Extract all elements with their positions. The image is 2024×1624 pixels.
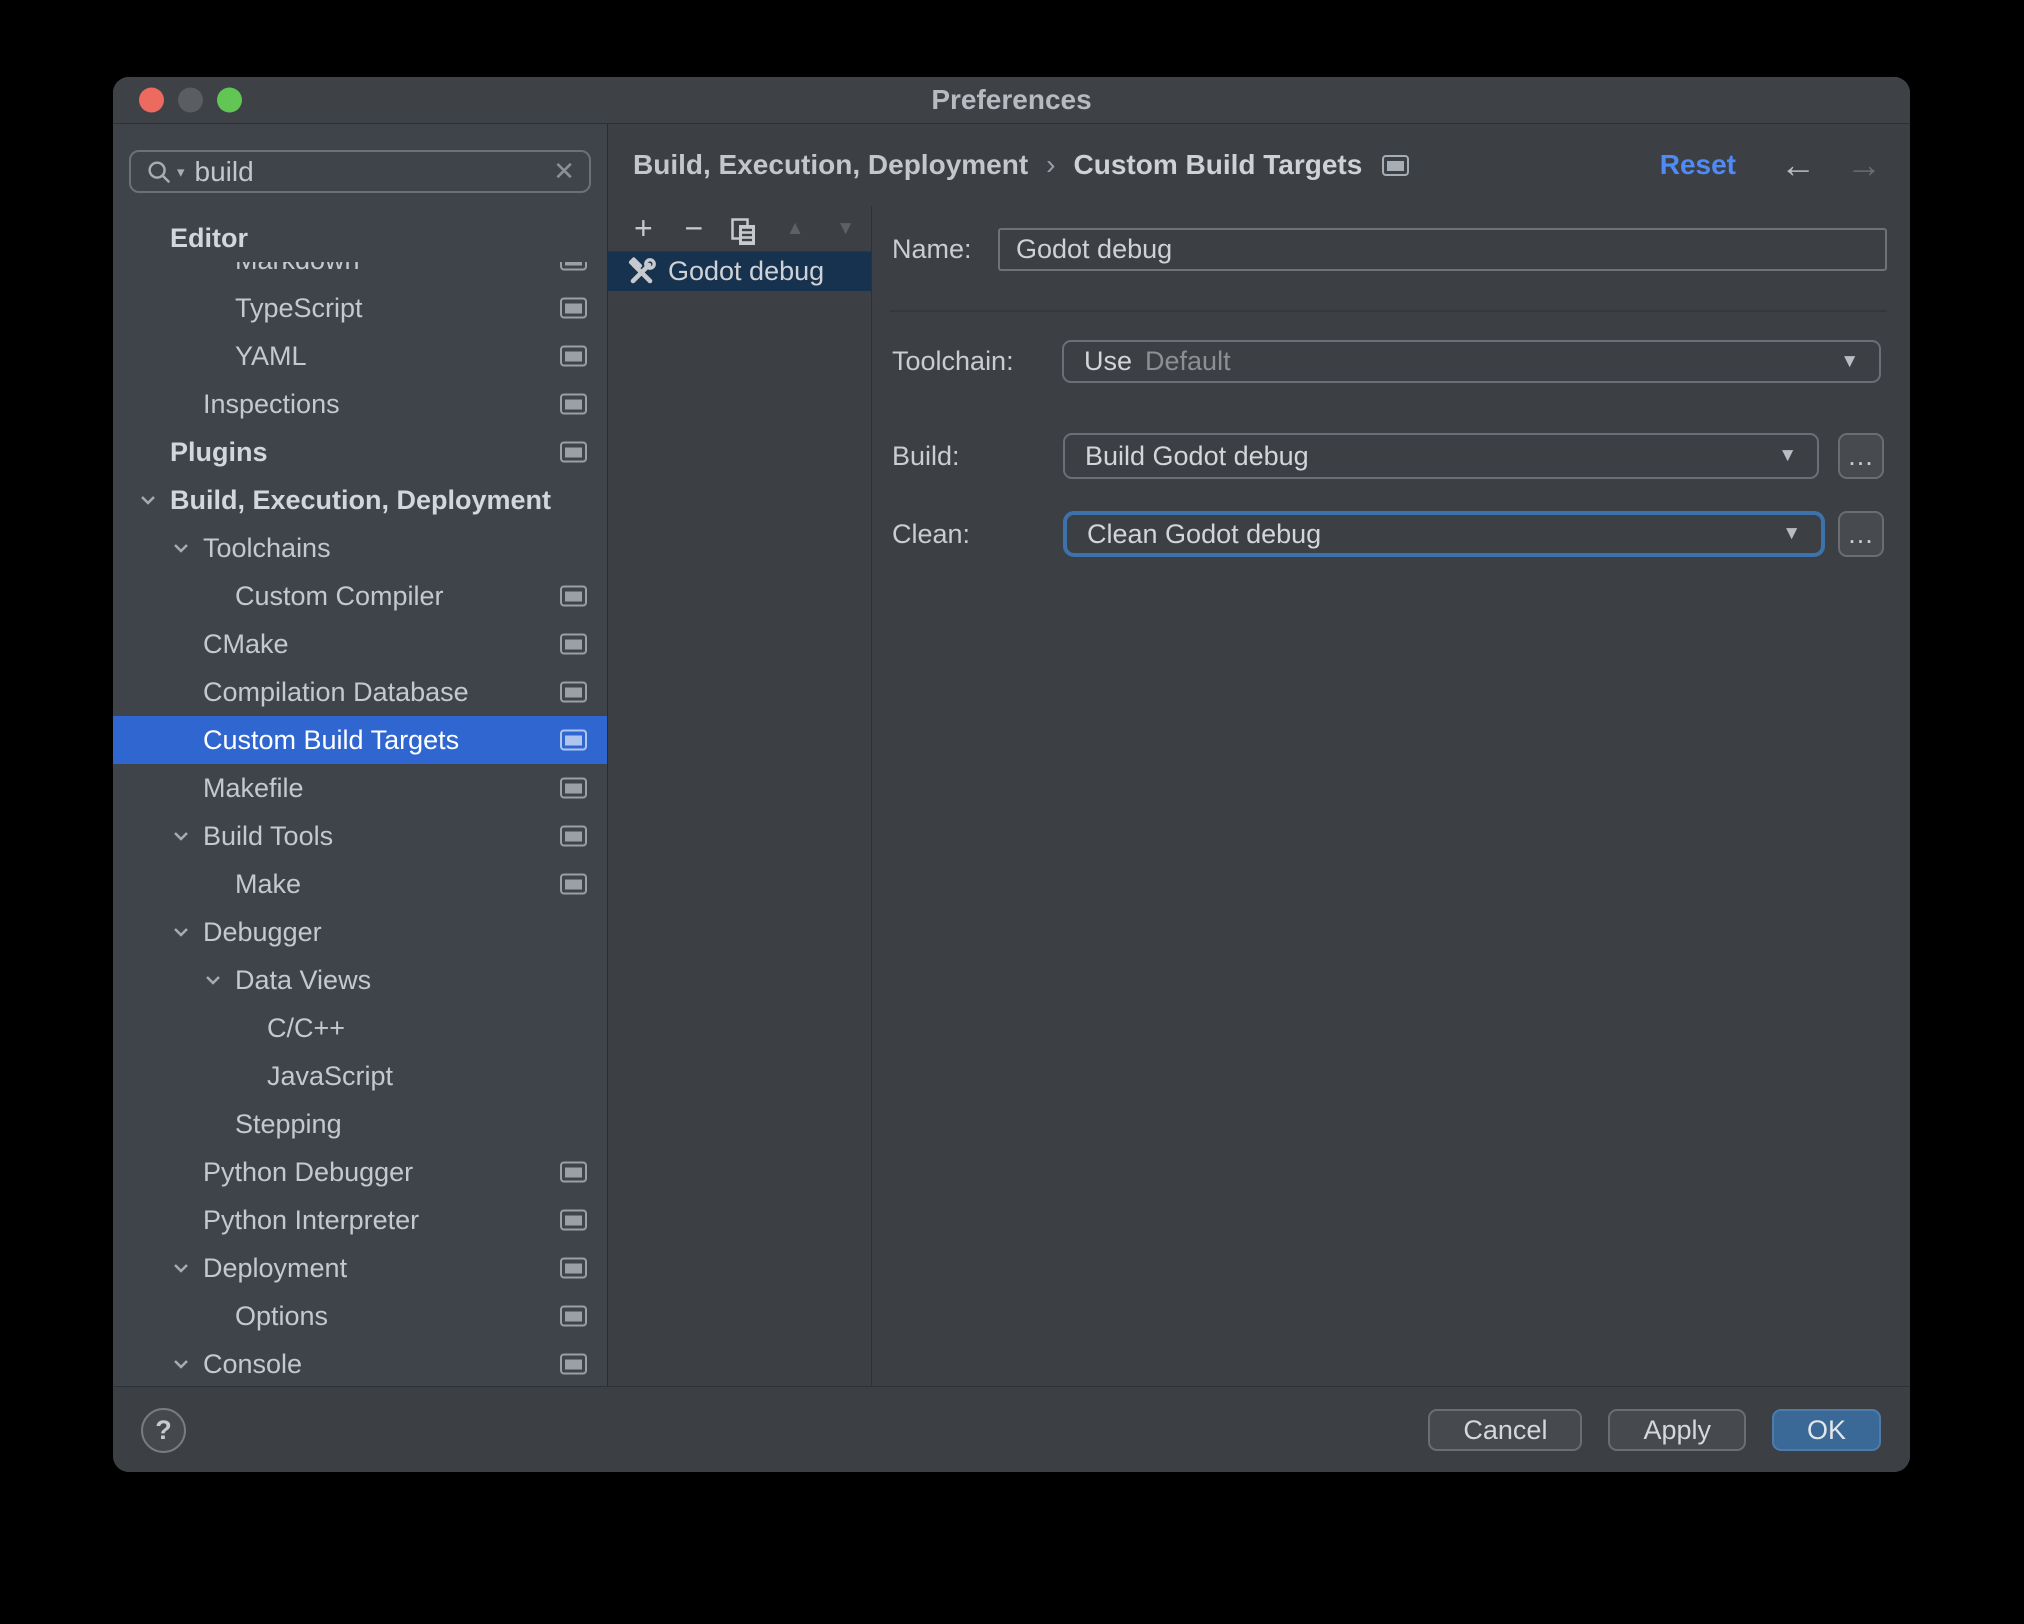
sidebar-item-deployment[interactable]: Deployment — [113, 1244, 607, 1292]
window-indicator-icon — [560, 825, 587, 847]
zoom-window-button[interactable] — [217, 87, 242, 113]
build-more-button[interactable]: ... — [1838, 433, 1884, 479]
chevron-down-icon: ▼ — [1778, 445, 1797, 466]
build-tools-icon — [628, 256, 656, 283]
apply-button[interactable]: Apply — [1608, 1409, 1746, 1451]
sidebar-item-make[interactable]: Make — [113, 860, 607, 908]
ok-button[interactable]: OK — [1771, 1409, 1881, 1451]
name-field[interactable] — [998, 228, 1887, 271]
sidebar-item-python-debugger[interactable]: Python Debugger — [113, 1148, 607, 1196]
sidebar-item-debugger[interactable]: Debugger — [113, 908, 607, 956]
window-indicator-icon — [560, 729, 587, 751]
breadcrumb-custom-build-targets: Custom Build Targets — [1073, 149, 1363, 180]
copy-icon — [731, 218, 756, 245]
target-list-item-godot-debug[interactable]: Godot debug — [608, 252, 871, 291]
chevron-down-icon[interactable] — [170, 1353, 192, 1375]
window-indicator-icon — [560, 681, 587, 703]
build-select[interactable]: Build Godot debug ▼ — [1063, 433, 1819, 479]
breadcrumb-separator: › — [1046, 149, 1056, 180]
chevron-down-icon: ▼ — [1782, 523, 1801, 544]
target-settings-form: Name: Toolchain: Use Default ▼ Build: Bu… — [872, 206, 1910, 1386]
move-down-button[interactable]: ▼ — [820, 206, 871, 251]
window-indicator-icon — [560, 441, 587, 463]
window-indicator-icon — [1382, 154, 1410, 176]
remove-target-button[interactable]: − — [669, 206, 720, 251]
toolchain-select[interactable]: Use Default ▼ — [1062, 340, 1881, 383]
chevron-down-icon[interactable] — [170, 825, 192, 847]
sidebar-item-custom-build-targets[interactable]: Custom Build Targets — [113, 716, 607, 764]
sidebar-item-javascript[interactable]: JavaScript — [113, 1052, 607, 1100]
settings-sidebar: ▾ ✕ Editor Markdown TypeScript — [113, 124, 608, 1386]
window-indicator-icon — [560, 1161, 587, 1183]
sidebar-item-stepping[interactable]: Stepping — [113, 1100, 607, 1148]
sidebar-item-build-tools[interactable]: Build Tools — [113, 812, 607, 860]
sidebar-item-plugins[interactable]: Plugins — [113, 428, 607, 476]
window-indicator-icon — [560, 297, 587, 319]
sidebar-item-console[interactable]: Console — [113, 1340, 607, 1386]
search-input[interactable] — [192, 154, 546, 189]
chevron-down-icon[interactable] — [202, 969, 224, 991]
clean-label: Clean: — [892, 519, 971, 549]
clean-select[interactable]: Clean Godot debug ▼ — [1063, 511, 1825, 557]
copy-target-button[interactable] — [719, 210, 770, 247]
window-indicator-icon — [560, 1257, 587, 1279]
breadcrumb-build-execution-deployment[interactable]: Build, Execution, Deployment — [633, 149, 1028, 181]
reset-link[interactable]: Reset — [1660, 149, 1736, 181]
build-targets-panel: + − ▲ ▼ Godot debug — [608, 206, 872, 1386]
move-up-button[interactable]: ▲ — [770, 206, 821, 251]
minimize-window-button[interactable] — [178, 87, 203, 113]
window-title: Preferences — [931, 84, 1092, 115]
clean-more-button[interactable]: ... — [1838, 511, 1884, 557]
titlebar: Preferences — [113, 77, 1910, 124]
breadcrumb: Build, Execution, Deployment › Custom Bu… — [608, 124, 1910, 206]
sidebar-item-custom-compiler[interactable]: Custom Compiler — [113, 572, 607, 620]
targets-toolbar: + − ▲ ▼ — [608, 206, 871, 252]
sidebar-item-cmake[interactable]: CMake — [113, 620, 607, 668]
build-label: Build: — [892, 441, 960, 471]
sidebar-item-python-interpreter[interactable]: Python Interpreter — [113, 1196, 607, 1244]
window-indicator-icon — [560, 1209, 587, 1231]
preferences-dialog: Preferences ▾ ✕ Editor — [113, 77, 1910, 1472]
cancel-button[interactable]: Cancel — [1428, 1409, 1583, 1451]
traffic-lights — [139, 87, 242, 113]
sidebar-item-data-views[interactable]: Data Views — [113, 956, 607, 1004]
chevron-down-icon: ▼ — [1840, 350, 1859, 372]
chevron-down-icon[interactable] — [170, 537, 192, 559]
search-icon — [148, 160, 171, 183]
name-label: Name: — [892, 234, 972, 264]
chevron-down-icon[interactable] — [137, 489, 159, 511]
settings-tree: Editor Markdown TypeScript YAML Inspecti… — [113, 214, 607, 1386]
toolchain-label: Toolchain: — [892, 346, 1014, 376]
sidebar-item-options[interactable]: Options — [113, 1292, 607, 1340]
search-history-caret-icon[interactable]: ▾ — [177, 163, 185, 181]
sidebar-item-compilation-database[interactable]: Compilation Database — [113, 668, 607, 716]
add-target-button[interactable]: + — [618, 206, 669, 251]
help-button[interactable]: ? — [141, 1407, 186, 1453]
settings-search-box[interactable]: ▾ ✕ — [129, 150, 591, 193]
sidebar-item-makefile[interactable]: Makefile — [113, 764, 607, 812]
window-indicator-icon — [560, 393, 587, 415]
window-indicator-icon — [560, 873, 587, 895]
sidebar-item-typescript[interactable]: TypeScript — [113, 284, 607, 332]
back-arrow-icon[interactable]: ← — [1780, 147, 1816, 183]
window-indicator-icon — [560, 633, 587, 655]
sidebar-item-yaml[interactable]: YAML — [113, 332, 607, 380]
chevron-down-icon[interactable] — [170, 1257, 192, 1279]
form-separator — [890, 310, 1887, 312]
window-indicator-icon — [560, 1305, 587, 1327]
window-indicator-icon — [560, 1353, 587, 1375]
clear-search-icon[interactable]: ✕ — [553, 156, 575, 187]
sidebar-item-toolchains[interactable]: Toolchains — [113, 524, 607, 572]
window-indicator-icon — [560, 585, 587, 607]
forward-arrow-icon[interactable]: → — [1846, 147, 1882, 183]
window-indicator-icon — [560, 345, 587, 367]
sidebar-item-build-execution-deployment[interactable]: Build, Execution, Deployment — [113, 476, 607, 524]
sidebar-item-inspections[interactable]: Inspections — [113, 380, 607, 428]
window-indicator-icon — [560, 777, 587, 799]
chevron-down-icon[interactable] — [170, 921, 192, 943]
dialog-footer: ? Cancel Apply OK — [113, 1386, 1910, 1472]
sidebar-item-c-cpp[interactable]: C/C++ — [113, 1004, 607, 1052]
sidebar-item-editor[interactable]: Editor — [113, 214, 607, 262]
close-window-button[interactable] — [139, 87, 164, 113]
